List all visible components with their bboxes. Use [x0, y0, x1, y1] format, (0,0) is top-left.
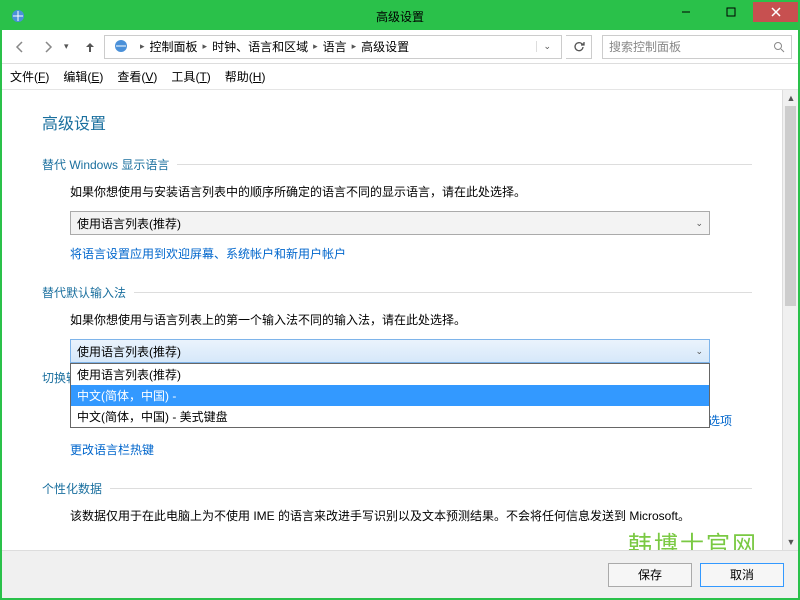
menu-help[interactable]: 帮助(H) [225, 68, 266, 85]
search-placeholder: 搜索控制面板 [609, 38, 681, 55]
select-selected[interactable]: 使用语言列表(推荐) ⌄ [70, 339, 710, 363]
scroll-thumb[interactable] [785, 106, 796, 306]
dropdown-list: 使用语言列表(推荐) 中文(简体，中国) - 中文(简体，中国) - 美式键盘 [70, 363, 710, 428]
section-description: 该数据仅用于在此电脑上为不使用 IME 的语言来改进手写识别以及文本预测结果。不… [70, 507, 752, 525]
display-language-select[interactable]: 使用语言列表(推荐) ⌄ [70, 211, 710, 235]
forward-button[interactable] [36, 35, 60, 59]
apply-welcome-screen-link[interactable]: 将语言设置应用到欢迎屏幕、系统帐户和新用户帐户 [70, 245, 346, 262]
section-header-personalization: 个性化数据 [42, 480, 752, 497]
save-button[interactable]: 保存 [608, 563, 692, 587]
search-icon [773, 41, 785, 53]
section-header-input-method: 替代默认输入法 [42, 284, 752, 301]
change-hotkey-link[interactable]: 更改语言栏热键 [70, 441, 154, 458]
options-link[interactable]: 选项 [708, 412, 732, 429]
window-frame: 高级设置 ▾ ▸ 控制面板 ▸ 时钟、语言和区域 ▸ 语言 ▸ 高级设置 ⌄ [0, 0, 800, 600]
chevron-down-icon: ⌄ [695, 346, 703, 357]
menu-view[interactable]: 查看(V) [117, 68, 157, 85]
window-controls [663, 2, 798, 22]
section-description: 如果你想使用与安装语言列表中的顺序所确定的语言不同的显示语言，请在此处选择。 [70, 183, 752, 201]
scroll-down-button[interactable]: ▼ [783, 534, 798, 550]
maximize-button[interactable] [708, 2, 753, 22]
input-method-select[interactable]: 使用语言列表(推荐) ⌄ 使用语言列表(推荐) 中文(简体，中国) - 中文(简… [70, 339, 710, 386]
search-input[interactable]: 搜索控制面板 [602, 35, 792, 59]
titlebar[interactable]: 高级设置 [2, 2, 798, 30]
address-bar[interactable]: ▸ 控制面板 ▸ 时钟、语言和区域 ▸ 语言 ▸ 高级设置 ⌄ [104, 35, 562, 59]
content-area: 高级设置 替代 Windows 显示语言 如果你想使用与安装语言列表中的顺序所确… [2, 90, 798, 550]
menu-tools[interactable]: 工具(T) [171, 68, 210, 85]
menu-edit[interactable]: 编辑(E) [63, 68, 103, 85]
window-title: 高级设置 [376, 8, 424, 25]
minimize-button[interactable] [663, 2, 708, 22]
footer-buttons: 保存 取消 [2, 550, 798, 598]
dropdown-option[interactable]: 中文(简体，中国) - [71, 385, 709, 406]
page-title: 高级设置 [42, 110, 752, 134]
dropdown-option[interactable]: 中文(简体，中国) - 美式键盘 [71, 406, 709, 427]
cancel-button[interactable]: 取消 [700, 563, 784, 587]
breadcrumb-item[interactable]: 高级设置 [361, 38, 409, 55]
app-icon [10, 8, 26, 24]
up-button[interactable] [80, 37, 100, 57]
select-value: 使用语言列表(推荐) [77, 215, 181, 232]
vertical-scrollbar[interactable]: ▲ ▼ [782, 90, 798, 550]
scroll-up-button[interactable]: ▲ [783, 90, 798, 106]
dropdown-option[interactable]: 使用语言列表(推荐) [71, 364, 709, 385]
chevron-down-icon: ⌄ [695, 218, 703, 229]
history-dropdown[interactable]: ▾ [64, 41, 76, 52]
address-dropdown[interactable]: ⌄ [536, 41, 557, 52]
refresh-button[interactable] [566, 35, 592, 59]
location-icon [113, 38, 131, 56]
breadcrumb-item[interactable]: 控制面板 [150, 38, 198, 55]
menubar: 文件(F) 编辑(E) 查看(V) 工具(T) 帮助(H) [2, 64, 798, 90]
chevron-right-icon: ▸ [200, 41, 211, 52]
chevron-right-icon: ▸ [137, 41, 148, 52]
breadcrumb-item[interactable]: 语言 [323, 38, 347, 55]
menu-file[interactable]: 文件(F) [10, 68, 49, 85]
section-description: 如果你想使用与语言列表上的第一个输入法不同的输入法，请在此处选择。 [70, 311, 752, 329]
back-button[interactable] [8, 35, 32, 59]
nav-toolbar: ▾ ▸ 控制面板 ▸ 时钟、语言和区域 ▸ 语言 ▸ 高级设置 ⌄ 搜索控制面板 [2, 30, 798, 64]
breadcrumb-item[interactable]: 时钟、语言和区域 [212, 38, 308, 55]
chevron-right-icon: ▸ [349, 41, 360, 52]
close-button[interactable] [753, 2, 798, 22]
section-header-display-language: 替代 Windows 显示语言 [42, 156, 752, 173]
chevron-right-icon: ▸ [310, 41, 321, 52]
